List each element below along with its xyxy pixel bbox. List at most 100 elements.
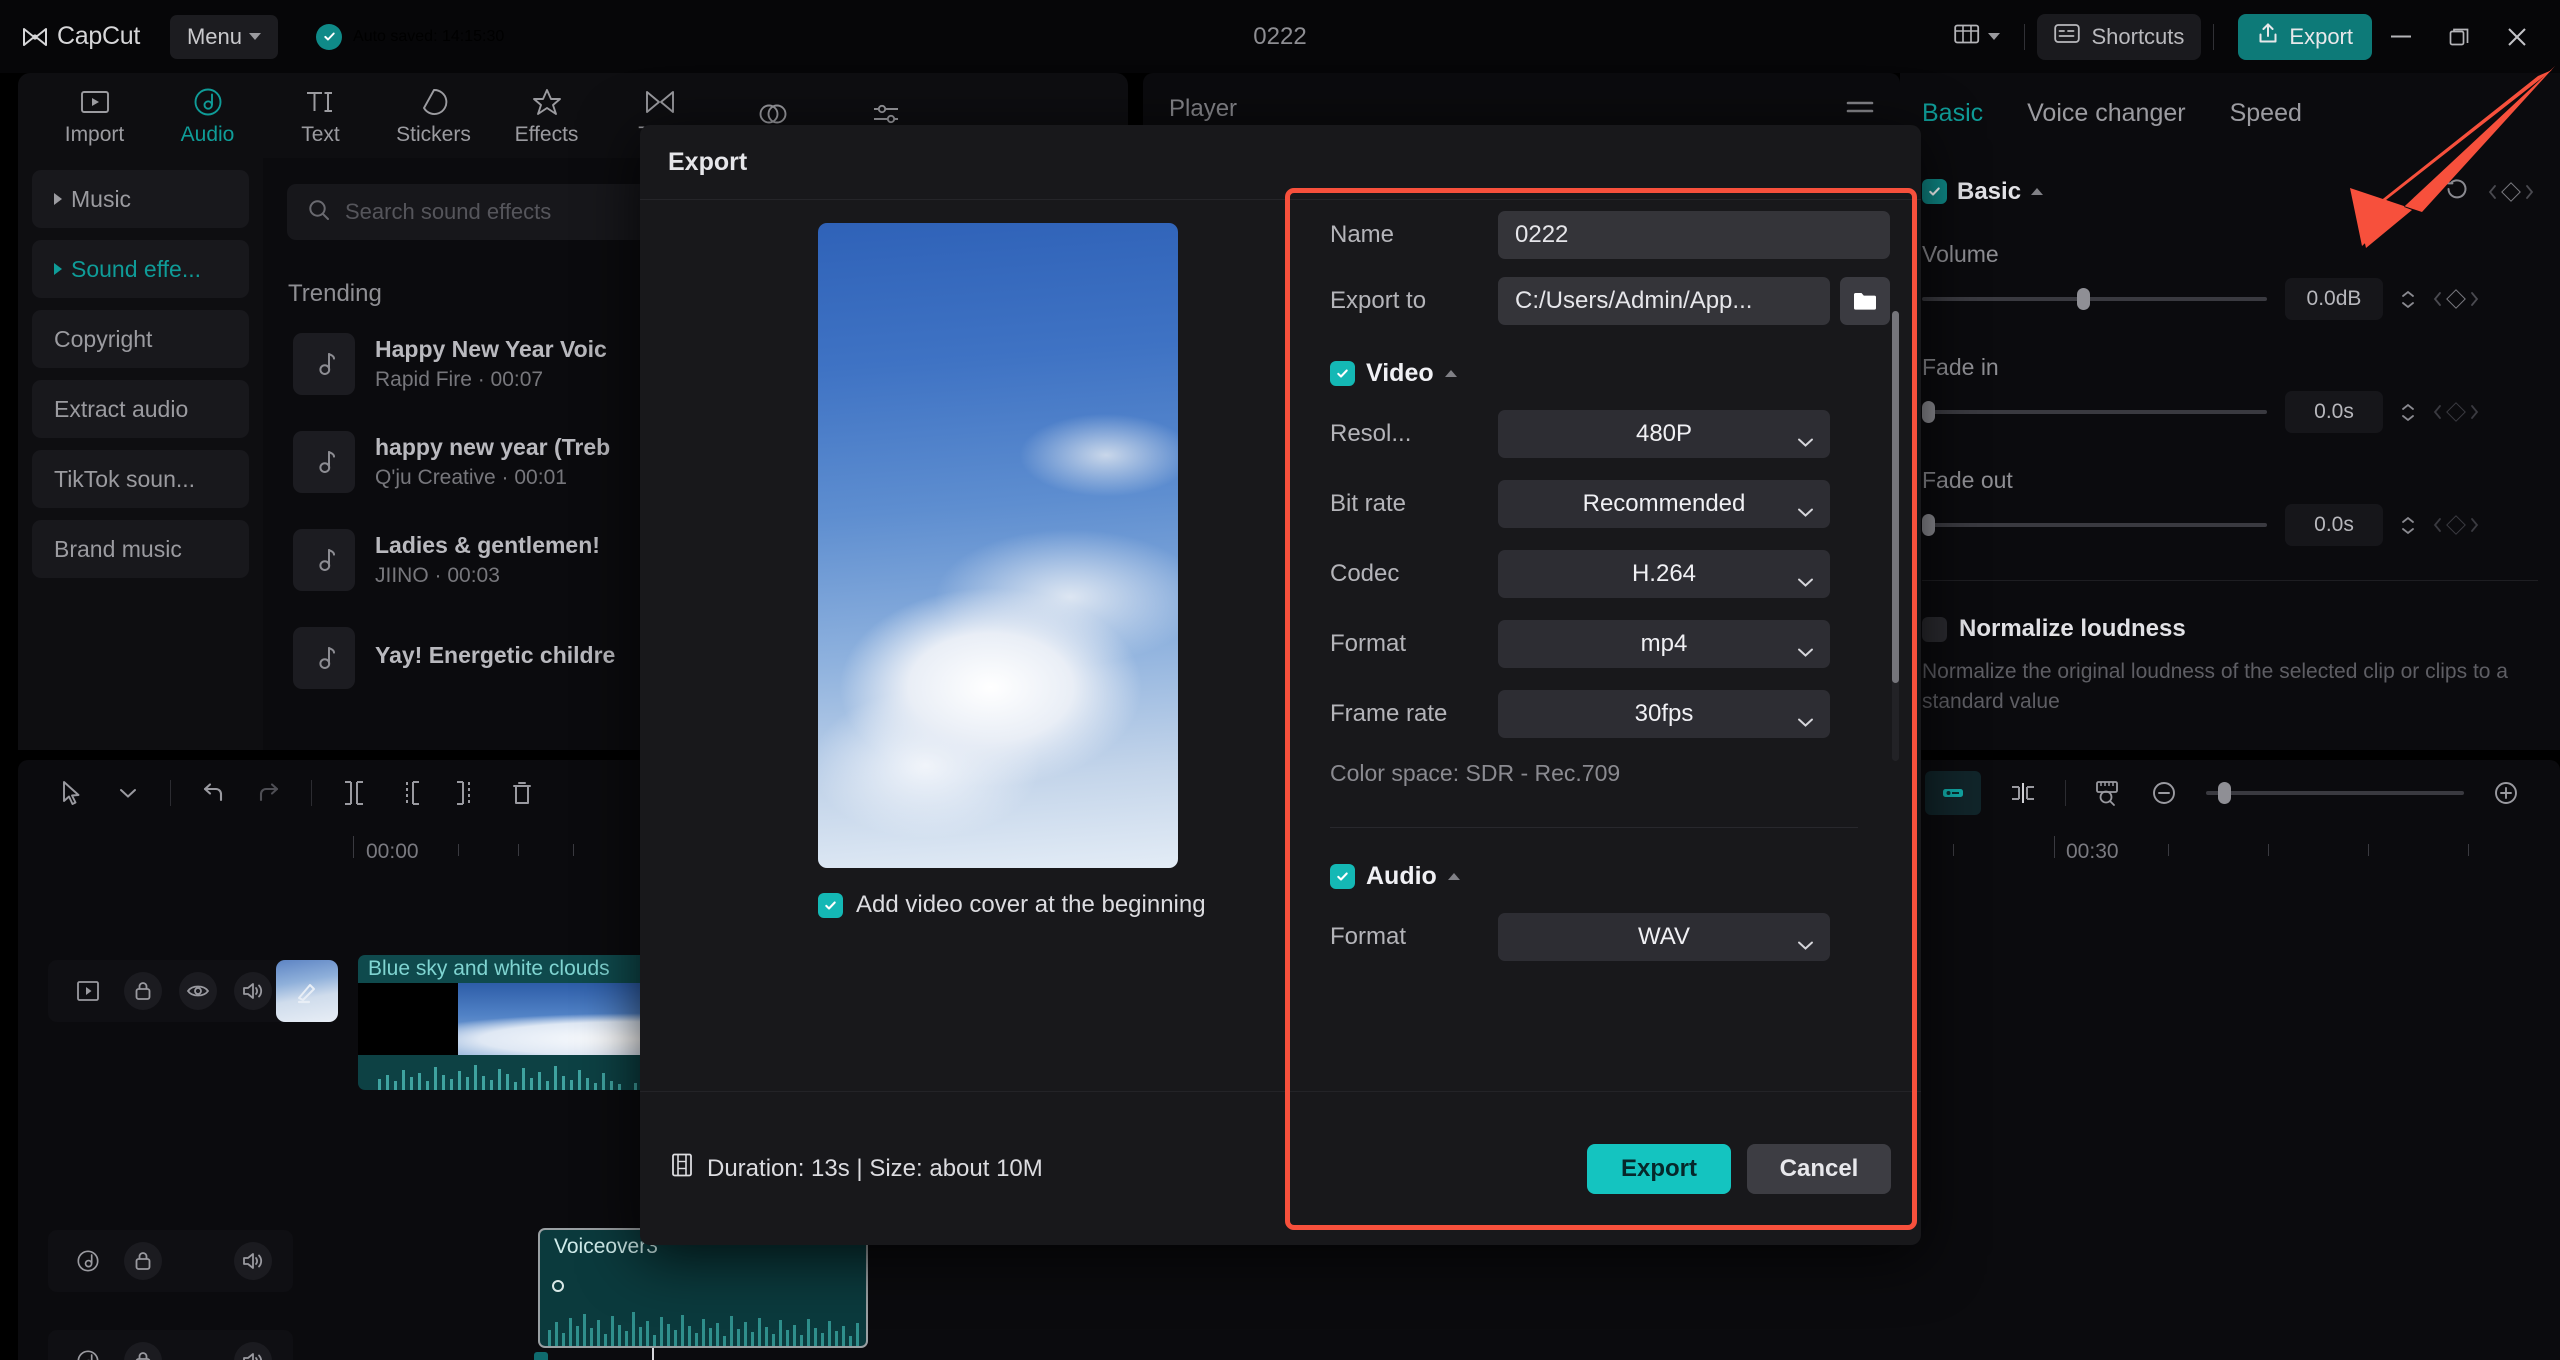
close-button[interactable]: [2488, 14, 2546, 60]
trim-right-icon[interactable]: [438, 771, 494, 815]
video-section-checkbox[interactable]: [1330, 361, 1355, 386]
dialog-cancel-button[interactable]: Cancel: [1747, 1144, 1891, 1194]
dialog-scrollbar-thumb[interactable]: [1892, 311, 1899, 683]
sidebar-item-tiktok-sounds[interactable]: TikTok soun...: [32, 450, 249, 508]
normalize-loudness-checkbox[interactable]: [1922, 617, 1947, 642]
keyframe-controls[interactable]: [2488, 184, 2534, 200]
fade-out-slider[interactable]: [1922, 523, 2267, 527]
tab-audio[interactable]: Audio: [151, 85, 264, 147]
audio-note-icon[interactable]: [69, 1342, 107, 1360]
fade-out-value[interactable]: 0.0s: [2285, 504, 2383, 546]
framerate-select[interactable]: 30fps: [1498, 690, 1830, 738]
eye-icon[interactable]: [179, 972, 217, 1010]
volume-value[interactable]: 0.0dB: [2285, 278, 2383, 320]
tab-import[interactable]: Import: [38, 85, 151, 147]
volume-slider[interactable]: [1922, 297, 2267, 301]
audio-note-icon[interactable]: [69, 1242, 107, 1280]
track-play-icon[interactable]: [69, 972, 107, 1010]
fade-in-value[interactable]: 0.0s: [2285, 391, 2383, 433]
lock-icon[interactable]: [124, 1342, 162, 1360]
keyframe-diamond-icon[interactable]: [2501, 182, 2521, 202]
chevron-down-icon[interactable]: [100, 771, 156, 815]
slider-knob[interactable]: [2077, 288, 2090, 310]
export-button-top[interactable]: Export: [2238, 14, 2372, 60]
tab-speed[interactable]: Speed: [2230, 99, 2302, 128]
redo-icon[interactable]: [241, 771, 297, 815]
select-cursor-icon[interactable]: [44, 771, 100, 815]
zoom-in-icon[interactable]: [2478, 771, 2534, 815]
sidebar-item-extract-audio[interactable]: Extract audio: [32, 380, 249, 438]
volume-keyframe-controls[interactable]: [2433, 291, 2479, 307]
bitrate-select[interactable]: Recommended: [1498, 480, 1830, 528]
dialog-export-button[interactable]: Export: [1587, 1144, 1731, 1194]
keyframe-diamond-icon[interactable]: [2446, 402, 2466, 422]
keyframe-diamond-icon[interactable]: [2446, 515, 2466, 535]
tab-stickers[interactable]: Stickers: [377, 85, 490, 147]
delete-trash-icon[interactable]: [494, 771, 550, 815]
sidebar-item-brand-music[interactable]: Brand music: [32, 520, 249, 578]
ruler-zoom-icon[interactable]: [2080, 771, 2136, 815]
folder-icon[interactable]: [1840, 277, 1890, 325]
export-to-input[interactable]: C:/Users/Admin/App...: [1498, 277, 1830, 325]
undo-icon[interactable]: [185, 771, 241, 815]
fade-out-stepper[interactable]: [2401, 516, 2415, 535]
format-select[interactable]: mp4: [1498, 620, 1830, 668]
lock-icon[interactable]: [124, 972, 162, 1010]
split-icon[interactable]: [326, 771, 382, 815]
menu-button[interactable]: Menu: [170, 15, 278, 59]
maximize-button[interactable]: [2430, 14, 2488, 60]
fade-in-keyframe-controls[interactable]: [2433, 404, 2479, 420]
tab-effects[interactable]: Effects: [490, 85, 603, 147]
audio-section-checkbox[interactable]: [1330, 864, 1355, 889]
sidebar-item-copyright[interactable]: Copyright: [32, 310, 249, 368]
volume-stepper[interactable]: [2401, 290, 2415, 309]
sidebar-item-sound-effects[interactable]: Sound effe...: [32, 240, 249, 298]
fade-in-slider[interactable]: [1922, 410, 2267, 414]
volume-icon[interactable]: [234, 1342, 272, 1360]
zoom-out-icon[interactable]: [2136, 771, 2192, 815]
audio-format-select[interactable]: WAV: [1498, 913, 1830, 961]
zoom-slider-knob[interactable]: [2218, 782, 2231, 804]
fade-in-stepper[interactable]: [2401, 403, 2415, 422]
title-bar: CapCut Menu Auto saved: 14:15:30 0222 Sh…: [0, 0, 2560, 73]
volume-icon[interactable]: [234, 972, 272, 1010]
split-marker-icon[interactable]: [1995, 771, 2051, 815]
trim-left-icon[interactable]: [382, 771, 438, 815]
zoom-slider[interactable]: [2206, 791, 2464, 795]
lock-icon[interactable]: [124, 1242, 162, 1280]
add-video-cover-checkbox-row[interactable]: Add video cover at the beginning: [818, 891, 1206, 919]
share-export-icon: [2257, 22, 2279, 51]
shortcuts-button[interactable]: Shortcuts: [2037, 14, 2201, 60]
keyframe-dot[interactable]: [552, 1280, 564, 1292]
resolution-select[interactable]: 480P: [1498, 410, 1830, 458]
bitrate-row: Bit rate Recommended: [1330, 480, 1890, 528]
minimize-button[interactable]: [2372, 14, 2430, 60]
tab-voice-changer[interactable]: Voice changer: [2027, 99, 2185, 128]
reset-icon[interactable]: [2444, 176, 2470, 207]
player-menu-button[interactable]: [1846, 99, 1874, 122]
slider-knob[interactable]: [1922, 514, 1935, 536]
keyframe-diamond-icon[interactable]: [2446, 289, 2466, 309]
tab-basic[interactable]: Basic: [1922, 99, 1983, 128]
name-input[interactable]: 0222: [1498, 211, 1890, 259]
dialog-scrollbar-track[interactable]: [1892, 311, 1899, 761]
codec-select[interactable]: H.264: [1498, 550, 1830, 598]
clip-cover-thumbnail[interactable]: [276, 960, 338, 1022]
layout-button[interactable]: [1942, 15, 2012, 59]
chevron-up-icon[interactable]: [1445, 370, 1457, 377]
audio-format-row: Format WAV: [1330, 913, 1890, 961]
timeline-clip-stub[interactable]: [534, 1352, 548, 1360]
tab-text[interactable]: Text: [264, 85, 377, 147]
timeline-clip-audio[interactable]: Voiceover3: [538, 1228, 868, 1348]
keyboard-icon: [2054, 23, 2080, 50]
fade-out-keyframe-controls[interactable]: [2433, 517, 2479, 533]
slider-knob[interactable]: [1922, 401, 1935, 423]
basic-section-checkbox[interactable]: [1922, 179, 1947, 204]
chevron-up-icon[interactable]: [2031, 188, 2043, 195]
normalize-loudness-row[interactable]: Normalize loudness: [1922, 615, 2560, 643]
link-clips-icon[interactable]: [1925, 771, 1981, 815]
volume-icon[interactable]: [234, 1242, 272, 1280]
chevron-up-icon[interactable]: [1448, 873, 1460, 880]
sidebar-item-music[interactable]: Music: [32, 170, 249, 228]
add-video-cover-checkbox[interactable]: [818, 893, 843, 918]
